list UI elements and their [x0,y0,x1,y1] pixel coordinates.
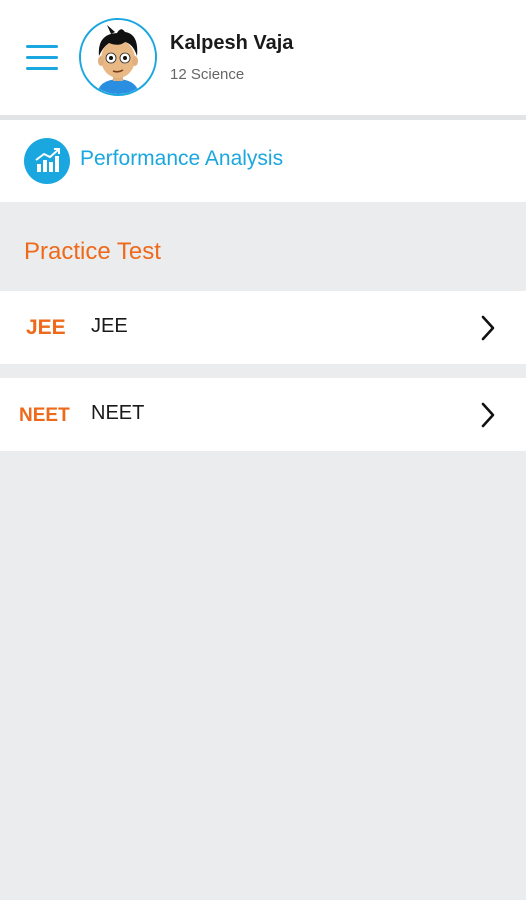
hamburger-menu-icon [26,56,58,59]
menu-button[interactable] [22,40,64,76]
chevron-right-icon [481,315,495,341]
bar-chart-icon [24,138,70,184]
neet-badge: NEET [19,405,70,426]
chevron-right-icon [481,402,495,428]
practice-test-heading: Practice Test [24,238,161,265]
practice-test-item-neet[interactable]: NEET NEET [0,378,526,451]
practice-test-label: NEET [91,402,145,424]
practice-test-item-jee[interactable]: JEE JEE [0,291,526,364]
app-header: Kalpesh Vaja 12 Science [0,0,526,115]
user-class: 12 Science [170,66,245,83]
hamburger-menu-icon [26,45,58,48]
practice-test-label: JEE [91,315,128,337]
performance-analysis-row[interactable]: Performance Analysis [0,120,526,202]
cartoon-boy-avatar-icon [81,20,155,94]
avatar[interactable] [79,18,157,96]
hamburger-menu-icon [26,67,58,70]
performance-analysis-label: Performance Analysis [80,147,284,170]
jee-badge: JEE [26,316,66,339]
user-name: Kalpesh Vaja [170,32,294,54]
